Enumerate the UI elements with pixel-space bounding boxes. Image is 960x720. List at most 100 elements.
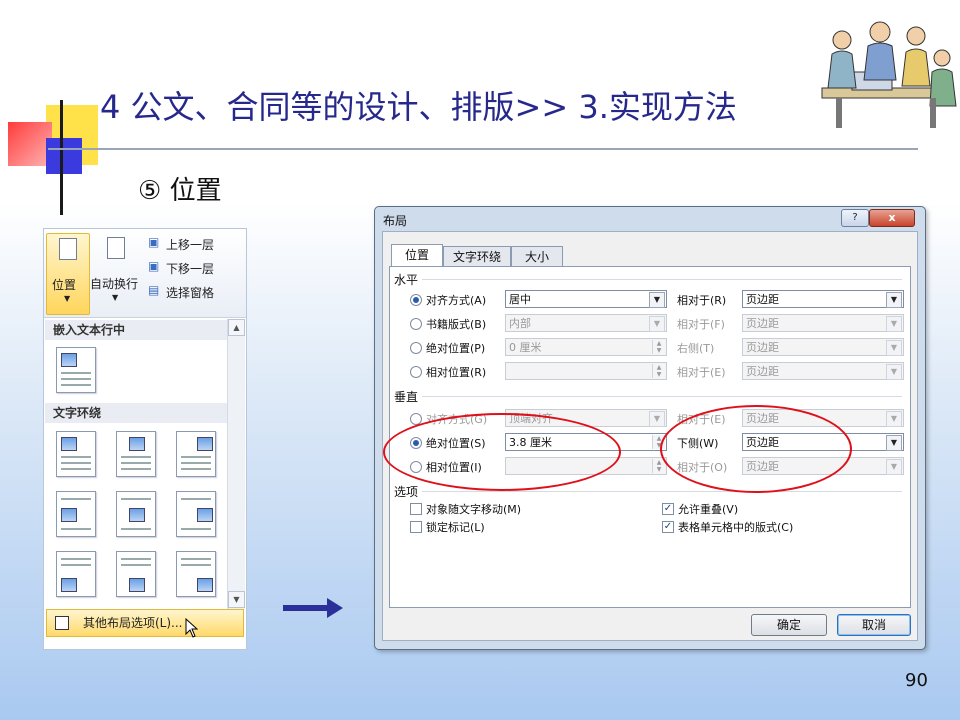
chevron-down-icon[interactable]: ▼ [886, 411, 902, 427]
cancel-button[interactable]: 取消 [837, 614, 911, 636]
bring-forward-button[interactable]: ▣ 上移一层 [148, 235, 244, 253]
checkbox-layout-in-cell[interactable]: ✓ [662, 521, 674, 533]
layout-wrap-thumbnail[interactable] [56, 551, 96, 597]
spinner-icon[interactable]: ▲ ▼ [652, 364, 665, 378]
select-value: 居中 [509, 293, 531, 306]
layout-options-icon [55, 616, 69, 630]
slide-subtitle: ⑤ 位置 [138, 176, 222, 206]
layout-wrap-thumbnail[interactable] [56, 491, 96, 537]
close-button[interactable]: x [869, 209, 915, 227]
label-allow-overlap: 允许重叠(V) [678, 503, 739, 516]
chevron-down-icon[interactable]: ▼ [886, 340, 902, 356]
select-book-layout[interactable]: 内部 ▼ [505, 314, 667, 332]
layout-wrap-thumbnail[interactable] [176, 431, 216, 477]
chevron-down-icon: ▼ [64, 294, 71, 303]
chevron-down-icon[interactable]: ▼ [886, 316, 902, 332]
select-value: 内部 [509, 317, 531, 330]
select-h-right-of[interactable]: 页边距 ▼ [742, 338, 904, 356]
position-page-icon [59, 238, 77, 260]
scroll-down-icon[interactable]: ▼ [228, 591, 245, 608]
spinner-icon[interactable]: ▲ ▼ [652, 340, 665, 354]
decor-vertical-line [60, 100, 63, 215]
scroll-up-icon[interactable]: ▲ [228, 319, 245, 336]
mouse-cursor-icon [185, 618, 199, 638]
select-book-relative[interactable]: 页边距 ▼ [742, 314, 904, 332]
layout-wrap-thumbnail[interactable] [116, 551, 156, 597]
slide-title: 4 公文、合同等的设计、排版>> 3.实现方法 [100, 88, 737, 126]
gallery-scrollbar[interactable]: ▲ ▼ [227, 319, 245, 609]
business-people-clipart-icon [821, 21, 957, 128]
label-h-relative: 相对于(R) [677, 294, 727, 307]
layout-wrap-thumbnail[interactable] [116, 491, 156, 537]
layout-wrap-thumbnail[interactable] [176, 551, 216, 597]
label-h-relative-pos: 相对位置(R) [426, 366, 487, 379]
layout-inline-thumbnail[interactable] [56, 347, 96, 393]
page-number: 90 [905, 670, 928, 691]
bring-forward-label: 上移一层 [166, 238, 215, 252]
section-vertical: 垂直 [394, 390, 419, 404]
wrap-text-icon [107, 237, 125, 259]
annotation-oval-left [383, 413, 621, 491]
selection-pane-label: 选择窗格 [166, 286, 215, 300]
tab-text-wrapping[interactable]: 文字环绕 [443, 246, 511, 267]
more-layout-options-button[interactable]: 其他布局选项(L)... [46, 609, 244, 638]
send-backward-icon: ▣ [148, 259, 160, 273]
send-backward-label: 下移一层 [166, 262, 215, 276]
section-options: 选项 [394, 485, 419, 499]
radio-h-alignment[interactable] [410, 294, 422, 306]
section-divider [422, 279, 902, 280]
chevron-down-icon[interactable]: ▼ [649, 292, 665, 308]
ribbon-arrange-group: 位置 ▼ 自动换行 ▼ ▣ 上移一层 ▣ 下移一层 ▤ 选择窗格 [44, 229, 246, 318]
label-move-with-text: 对象随文字移动(M) [426, 503, 522, 516]
label-book-relative: 相对于(F) [677, 318, 725, 331]
chevron-down-icon[interactable]: ▼ [886, 459, 902, 475]
layout-wrap-thumbnail[interactable] [116, 431, 156, 477]
checkbox-lock-anchor[interactable] [410, 521, 422, 533]
radio-h-relative[interactable] [410, 366, 422, 378]
select-value: 页边距 [746, 317, 779, 330]
arrow-right-icon [283, 605, 329, 611]
select-h-relative[interactable]: 页边距 ▼ [742, 290, 904, 308]
select-value: 页边距 [746, 365, 779, 378]
label-book-layout: 书籍版式(B) [426, 318, 487, 331]
bring-forward-icon: ▣ [148, 235, 160, 249]
chevron-down-icon[interactable]: ▼ [886, 364, 902, 380]
tab-size[interactable]: 大小 [511, 246, 563, 267]
select-value: 页边距 [746, 341, 779, 354]
label-layout-in-cell: 表格单元格中的版式(C) [678, 521, 794, 534]
wrap-text-button[interactable]: 自动换行 ▼ [90, 233, 142, 313]
chevron-down-icon[interactable]: ▼ [886, 435, 902, 451]
send-backward-button[interactable]: ▣ 下移一层 [148, 259, 244, 277]
title-divider [48, 148, 918, 150]
radio-book-layout[interactable] [410, 318, 422, 330]
dialog-title: 布局 [383, 214, 408, 228]
selection-pane-button[interactable]: ▤ 选择窗格 [148, 283, 244, 301]
select-h-relative-to[interactable]: 页边距 ▼ [742, 362, 904, 380]
checkbox-move-with-text[interactable] [410, 503, 422, 515]
select-value: 页边距 [746, 293, 779, 306]
select-h-alignment[interactable]: 居中 ▼ [505, 290, 667, 308]
position-button[interactable]: 位置 ▼ [46, 233, 90, 315]
input-h-absolute[interactable]: 0 厘米 ▲ ▼ [505, 338, 667, 356]
position-gallery: 位置 ▼ 自动换行 ▼ ▣ 上移一层 ▣ 下移一层 ▤ 选择窗格 嵌入文本行中 … [43, 228, 247, 650]
position-button-label: 位置 [52, 278, 77, 292]
gallery-wrap-header: 文字环绕 [45, 403, 227, 423]
chevron-down-icon[interactable]: ▼ [649, 316, 665, 332]
chevron-down-icon: ▼ [112, 293, 119, 302]
section-divider [422, 491, 902, 492]
help-button[interactable]: ? [841, 209, 869, 227]
annotation-oval-right [660, 405, 852, 493]
layout-wrap-thumbnail[interactable] [56, 431, 96, 477]
tab-position[interactable]: 位置 [391, 244, 443, 267]
input-h-relative-pos[interactable]: ▲ ▼ [505, 362, 667, 380]
gallery-inline-header: 嵌入文本行中 [45, 320, 227, 340]
arrow-right-head [327, 598, 343, 618]
section-horizontal: 水平 [394, 273, 419, 287]
chevron-down-icon[interactable]: ▼ [886, 292, 902, 308]
layout-wrap-thumbnail[interactable] [176, 491, 216, 537]
checkbox-allow-overlap[interactable]: ✓ [662, 503, 674, 515]
ok-button[interactable]: 确定 [751, 614, 827, 636]
radio-h-absolute[interactable] [410, 342, 422, 354]
decor-blue-square [46, 138, 82, 174]
chevron-down-icon[interactable]: ▼ [649, 411, 665, 427]
